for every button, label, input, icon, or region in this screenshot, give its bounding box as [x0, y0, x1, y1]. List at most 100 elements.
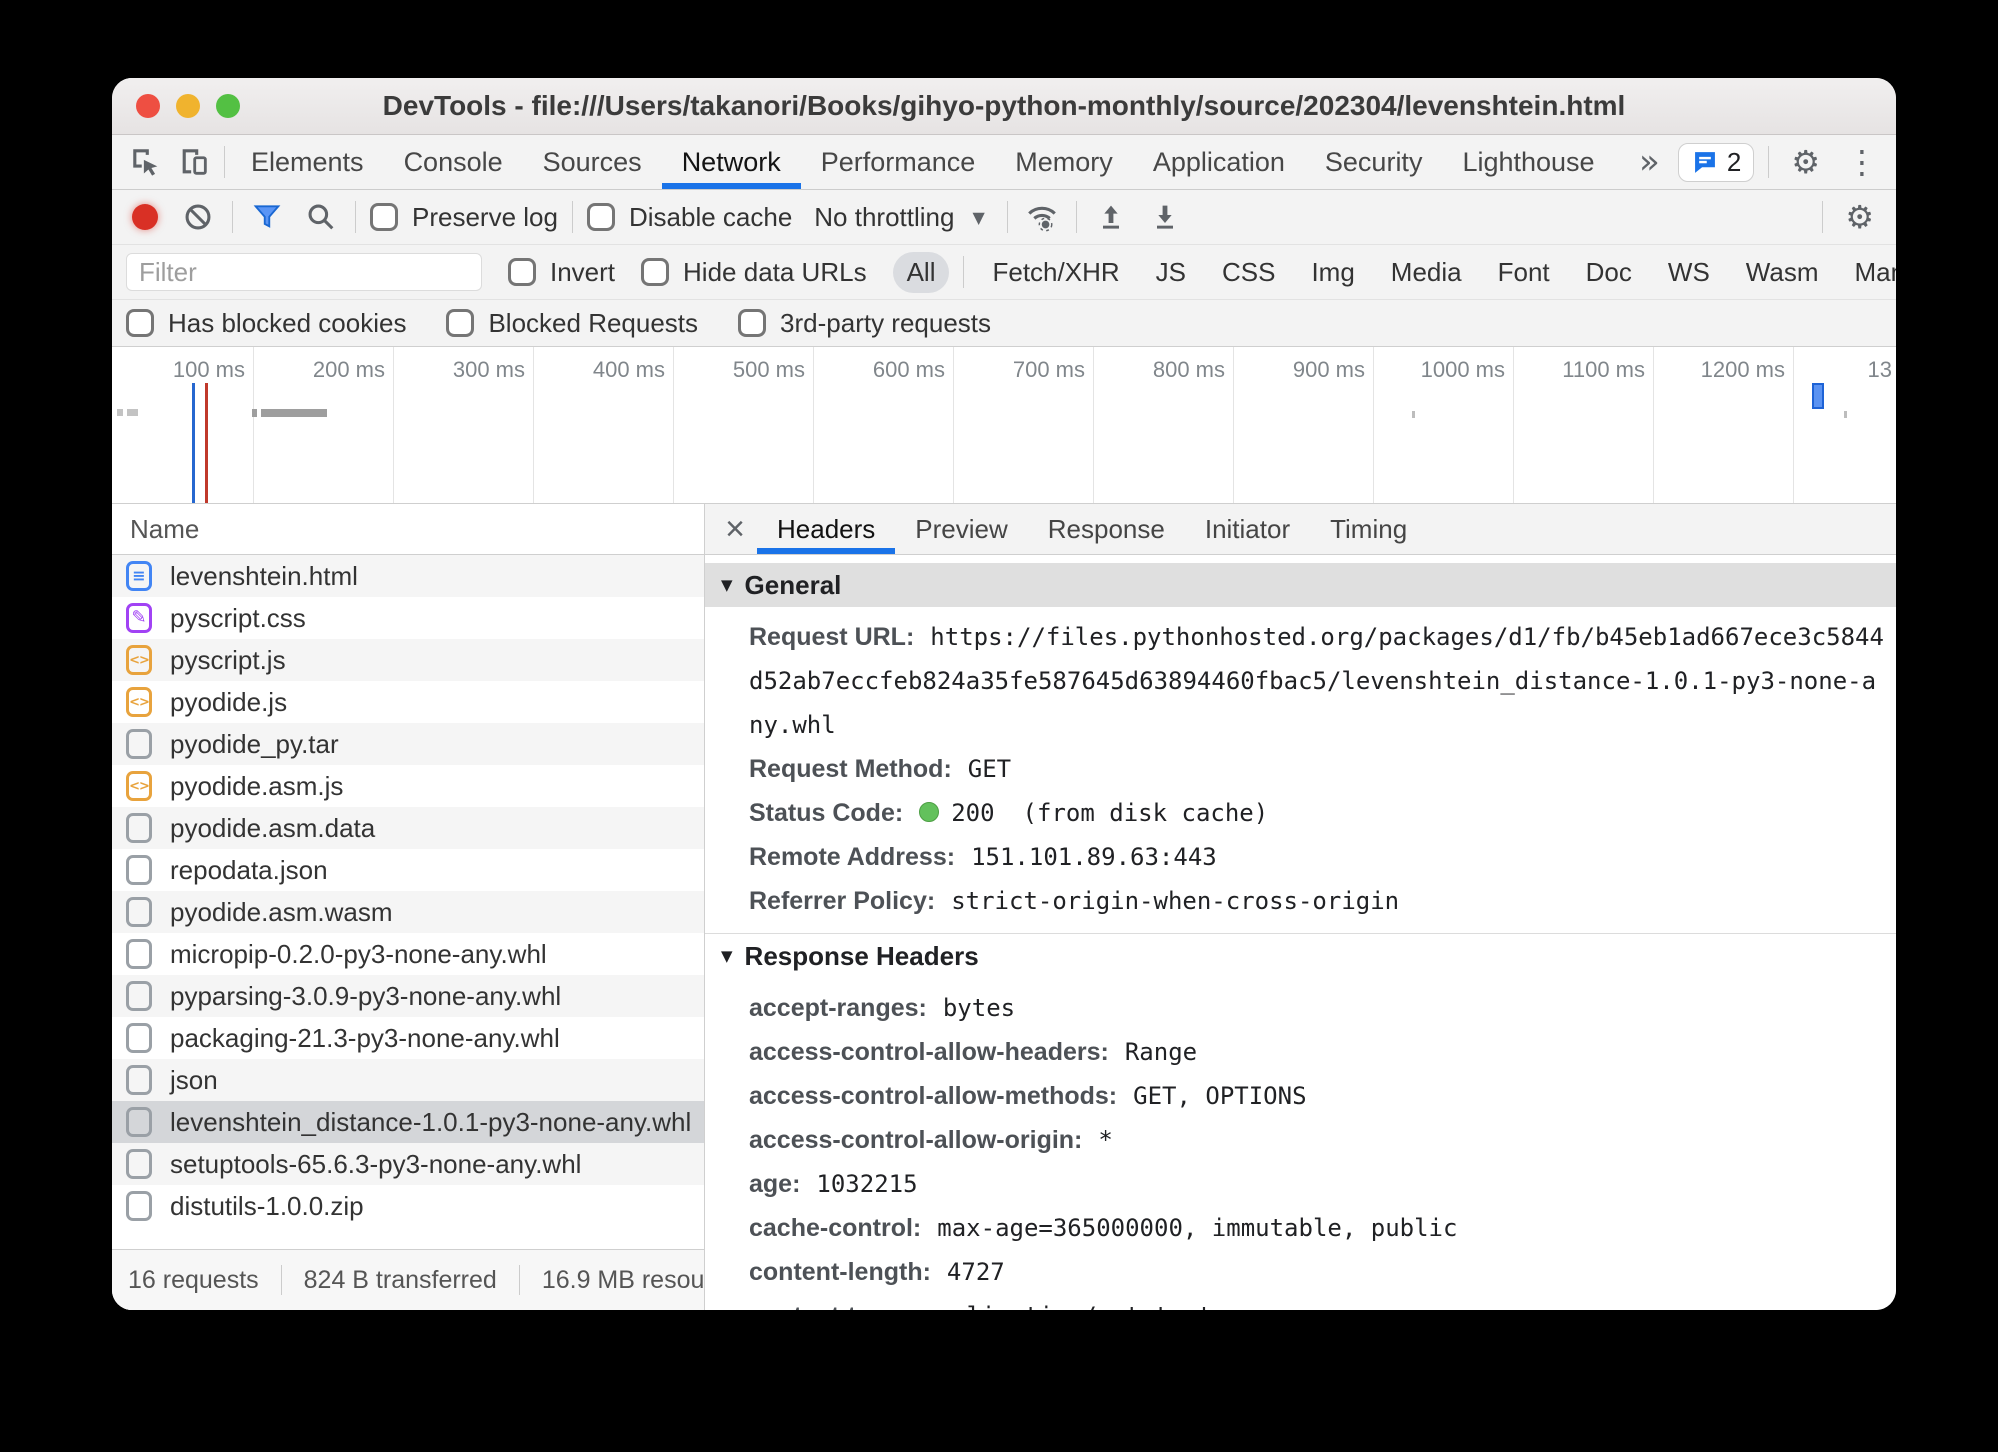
general-section-header[interactable]: ▼ General — [705, 563, 1896, 607]
filter-type-img[interactable]: Img — [1297, 252, 1368, 293]
collapse-triangle-icon: ▼ — [721, 947, 733, 965]
tab-application[interactable]: Application — [1133, 135, 1305, 189]
filter-type-media[interactable]: Media — [1377, 252, 1476, 293]
tab-security[interactable]: Security — [1305, 135, 1443, 189]
timeline-tick-label: 1100 ms — [1515, 357, 1645, 383]
clear-network-log-button[interactable] — [178, 197, 218, 237]
filter-toggle-button[interactable] — [247, 197, 287, 237]
request-row[interactable]: <>pyodide.asm.js — [112, 765, 704, 807]
throttling-value: No throttling — [814, 202, 954, 233]
timeline-gridline — [1373, 347, 1374, 503]
request-row[interactable]: <>pyscript.js — [112, 639, 704, 681]
request-row[interactable]: ≡levenshtein.html — [112, 555, 704, 597]
name-column-header[interactable]: Name — [112, 504, 704, 555]
generic-file-icon — [126, 939, 152, 969]
more-tabs-chevron-icon[interactable]: » — [1631, 142, 1668, 182]
header-key: content-type: — [749, 1302, 907, 1310]
close-details-button[interactable]: × — [713, 504, 757, 554]
timeline-tick-label: 1000 ms — [1375, 357, 1505, 383]
device-toolbar-button[interactable] — [170, 135, 218, 189]
import-har-button[interactable] — [1091, 197, 1131, 237]
request-row[interactable]: setuptools-65.6.3-py3-none-any.whl — [112, 1143, 704, 1185]
detail-tab-preview[interactable]: Preview — [895, 504, 1027, 554]
filter-input[interactable] — [126, 253, 482, 291]
request-row[interactable]: pyodide.asm.data — [112, 807, 704, 849]
has-blocked-cookies-option: Has blocked cookies — [126, 308, 406, 339]
filter-type-doc[interactable]: Doc — [1572, 252, 1646, 293]
timeline-gridline — [813, 347, 814, 503]
filter-type-ws[interactable]: WS — [1654, 252, 1724, 293]
request-row[interactable]: json — [112, 1059, 704, 1101]
header-key: access-control-allow-methods: — [749, 1082, 1117, 1110]
css-file-icon: ✎ — [126, 603, 152, 633]
filter-type-js[interactable]: JS — [1142, 252, 1200, 293]
detail-tab-response[interactable]: Response — [1028, 504, 1185, 554]
response-header-row: access-control-allow-origin:* — [705, 1118, 1896, 1162]
timeline-tick-label: 600 ms — [815, 357, 945, 383]
hide-data-urls-checkbox[interactable] — [641, 258, 669, 286]
invert-checkbox[interactable] — [508, 258, 536, 286]
issues-counter[interactable]: 2 — [1678, 143, 1754, 182]
request-row[interactable]: pyodide_py.tar — [112, 723, 704, 765]
tab-memory[interactable]: Memory — [995, 135, 1133, 189]
filter-type-wasm[interactable]: Wasm — [1732, 252, 1833, 293]
detail-tab-initiator[interactable]: Initiator — [1185, 504, 1310, 554]
inspect-element-button[interactable] — [122, 135, 170, 189]
network-settings-gear-icon[interactable]: ⚙ — [1837, 198, 1882, 236]
request-row[interactable]: distutils-1.0.0.zip — [112, 1185, 704, 1227]
record-network-log-button[interactable] — [132, 204, 158, 230]
general-row: Referrer Policy:strict-origin-when-cross… — [705, 879, 1896, 923]
filter-type-manifest[interactable]: Manifest — [1841, 252, 1897, 293]
request-row[interactable]: <>pyodide.js — [112, 681, 704, 723]
response-headers-section-header[interactable]: ▼ Response Headers — [705, 934, 1896, 978]
export-har-button[interactable] — [1145, 197, 1185, 237]
disable-cache-checkbox[interactable] — [587, 203, 615, 231]
kebab-menu-icon[interactable]: ⋮ — [1838, 143, 1886, 181]
blocked-requests-label: Blocked Requests — [488, 308, 698, 339]
timeline-tick-label: 13 — [1868, 357, 1892, 383]
throttling-select[interactable]: No throttling ▼ — [806, 202, 993, 233]
timeline-tick-label: 900 ms — [1235, 357, 1365, 383]
main-tabbar: ElementsConsoleSourcesNetworkPerformance… — [112, 135, 1896, 190]
filter-type-fetch-xhr[interactable]: Fetch/XHR — [978, 252, 1133, 293]
response-header-row: cache-control:max-age=365000000, immutab… — [705, 1206, 1896, 1250]
detail-tab-timing[interactable]: Timing — [1310, 504, 1427, 554]
has-blocked-cookies-checkbox[interactable] — [126, 309, 154, 337]
filter-type-font[interactable]: Font — [1484, 252, 1564, 293]
tab-console[interactable]: Console — [384, 135, 523, 189]
divider — [224, 146, 225, 178]
disable-cache-option: Disable cache — [587, 202, 792, 233]
request-row[interactable]: levenshtein_distance-1.0.1-py3-none-any.… — [112, 1101, 704, 1143]
request-row[interactable]: packaging-21.3-py3-none-any.whl — [112, 1017, 704, 1059]
request-row[interactable]: micropip-0.2.0-py3-none-any.whl — [112, 933, 704, 975]
tab-sources[interactable]: Sources — [523, 135, 662, 189]
tab-performance[interactable]: Performance — [801, 135, 996, 189]
header-value: GET — [968, 755, 1011, 783]
request-row[interactable]: repodata.json — [112, 849, 704, 891]
timeline-gridline — [673, 347, 674, 503]
header-value-note: (from disk cache) — [1023, 799, 1269, 827]
settings-gear-icon[interactable]: ⚙ — [1783, 143, 1828, 181]
desktop: { "window": { "title": "DevTools - file:… — [0, 0, 1998, 1452]
third-party-requests-checkbox[interactable] — [738, 309, 766, 337]
network-conditions-button[interactable] — [1022, 197, 1062, 237]
network-overview-timeline[interactable]: 100 ms200 ms300 ms400 ms500 ms600 ms700 … — [112, 347, 1896, 504]
tab-lighthouse[interactable]: Lighthouse — [1442, 135, 1614, 189]
timeline-gridline — [253, 347, 254, 503]
request-row[interactable]: ✎pyscript.css — [112, 597, 704, 639]
preserve-log-checkbox[interactable] — [370, 203, 398, 231]
preserve-log-label: Preserve log — [412, 202, 558, 233]
timeline-activity-mark — [1844, 411, 1847, 418]
filter-type-all[interactable]: All — [893, 252, 950, 293]
timeline-gridline — [953, 347, 954, 503]
tab-elements[interactable]: Elements — [231, 135, 384, 189]
filter-type-css[interactable]: CSS — [1208, 252, 1289, 293]
search-button[interactable] — [301, 197, 341, 237]
detail-tab-headers[interactable]: Headers — [757, 504, 895, 554]
titlebar: DevTools - file:///Users/takanori/Books/… — [112, 78, 1896, 135]
header-key: Request URL: — [749, 623, 914, 651]
blocked-requests-checkbox[interactable] — [446, 309, 474, 337]
tab-network[interactable]: Network — [662, 135, 801, 189]
request-row[interactable]: pyodide.asm.wasm — [112, 891, 704, 933]
request-row[interactable]: pyparsing-3.0.9-py3-none-any.whl — [112, 975, 704, 1017]
